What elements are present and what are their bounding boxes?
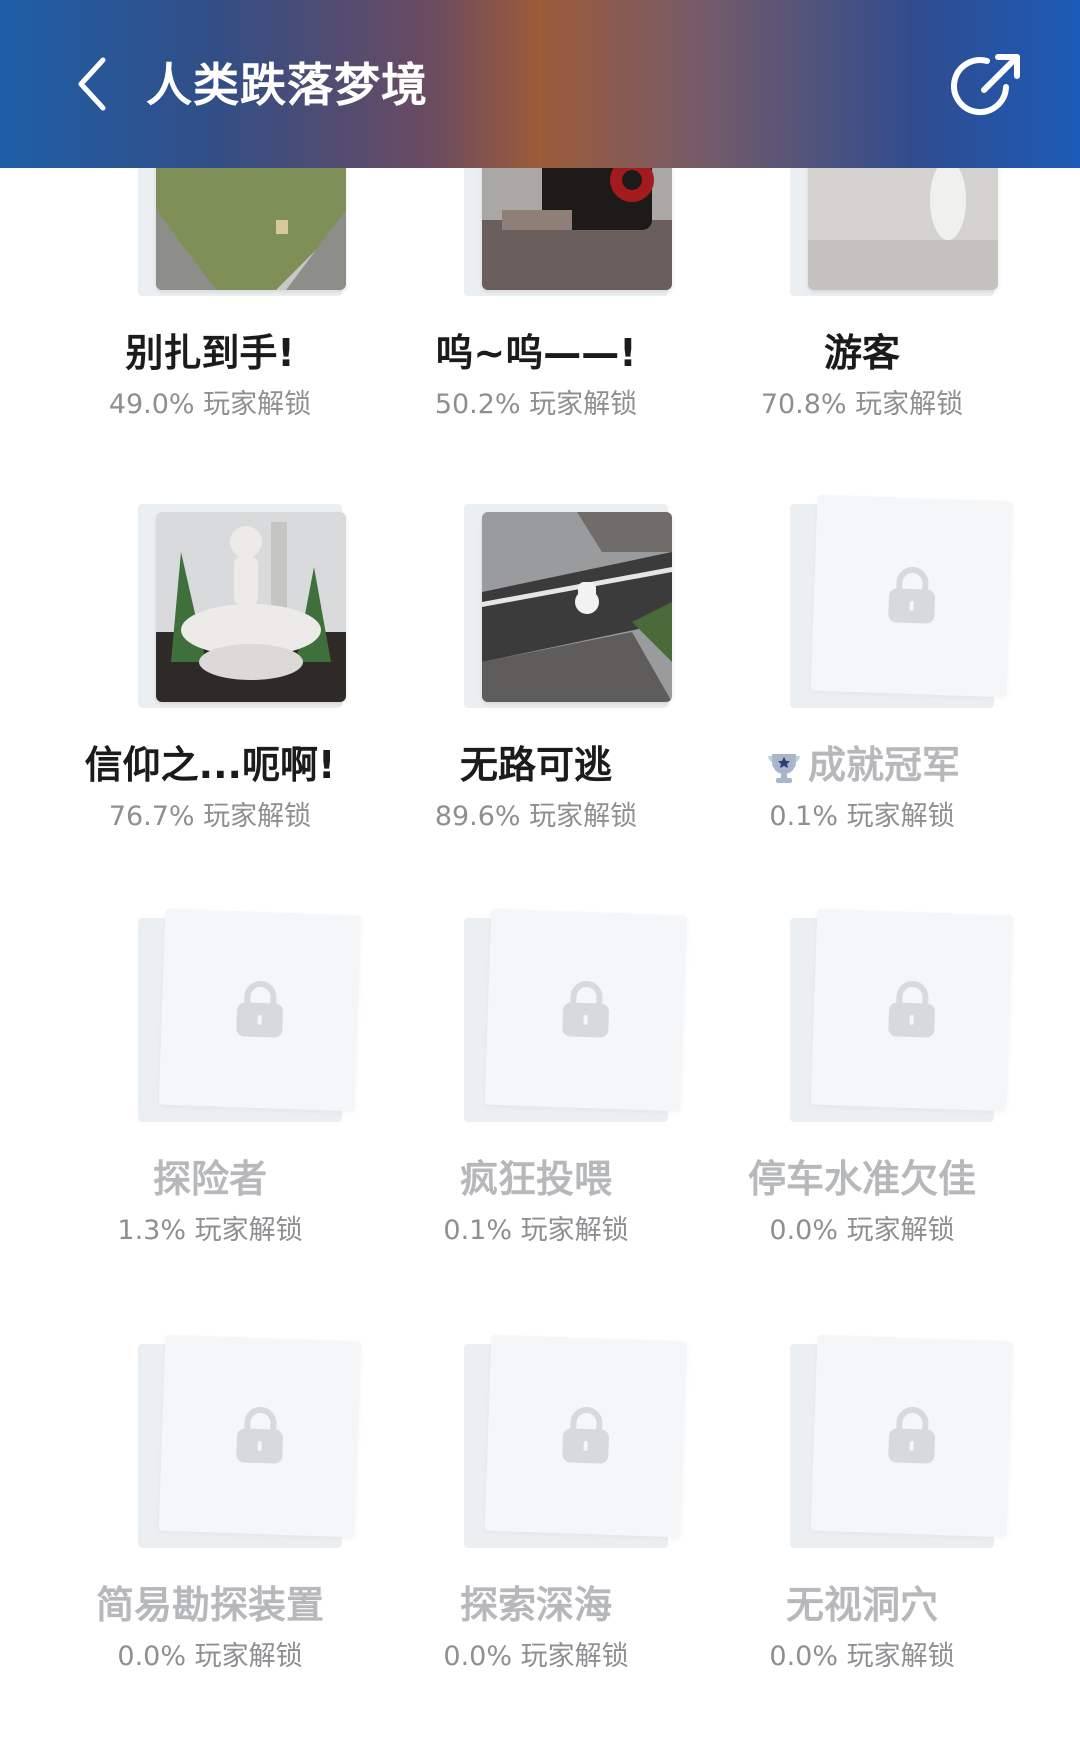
achievement-thumbnail	[464, 1334, 688, 1548]
achievement-card[interactable]: 探险者 1.3% 玩家解锁	[50, 908, 370, 1332]
achievement-thumbnail	[790, 908, 1014, 1122]
achievement-thumbnail	[138, 908, 362, 1122]
achievement-unlock-percent: 0.0% 玩家解锁	[769, 1215, 955, 1246]
achievement-unlock-percent: 50.2% 玩家解锁	[434, 389, 638, 420]
achievement-thumbnail	[138, 1334, 362, 1548]
achievement-unlock-percent: 0.1% 玩家解锁	[769, 801, 955, 832]
lock-icon	[236, 1407, 283, 1464]
achievement-image	[156, 512, 346, 702]
achievement-thumbnail	[790, 1334, 1014, 1548]
achievement-thumbnail	[790, 494, 1014, 708]
lock-icon	[888, 567, 935, 624]
achievement-name: 无视洞穴	[785, 1583, 938, 1627]
achievement-card[interactable]: 探索深海 0.0% 玩家解锁	[376, 1334, 696, 1758]
achievement-card[interactable]: 疯狂投喂 0.1% 玩家解锁	[376, 908, 696, 1332]
achievement-card[interactable]: 成就冠军 0.1% 玩家解锁	[702, 494, 1022, 918]
trophy-icon	[767, 753, 800, 783]
achievement-unlock-percent: 76.7% 玩家解锁	[108, 801, 312, 832]
lock-icon	[888, 1407, 935, 1464]
achievement-name: 成就冠军	[702, 734, 1022, 789]
achievement-unlock-percent: 0.0% 玩家解锁	[117, 1641, 303, 1672]
achievement-thumbnail	[464, 908, 688, 1122]
achievement-name: 探索深海	[459, 1583, 612, 1627]
achievement-card[interactable]: 无路可逃 89.6% 玩家解锁	[376, 498, 696, 918]
achievement-unlock-percent: 89.6% 玩家解锁	[434, 801, 638, 832]
achievement-name: 游客	[823, 331, 900, 375]
achievement-unlock-percent: 0.0% 玩家解锁	[443, 1641, 629, 1672]
achievement-card[interactable]: 停车水准欠佳 0.0% 玩家解锁	[702, 908, 1022, 1332]
achievement-image	[482, 512, 672, 702]
achievement-card[interactable]: 信仰之...呃啊! 76.7% 玩家解锁	[50, 498, 370, 918]
achievement-unlock-percent: 0.0% 玩家解锁	[769, 1641, 955, 1672]
achievement-name: 疯狂投喂	[459, 1157, 612, 1201]
achievement-unlock-percent: 49.0% 玩家解锁	[108, 389, 312, 420]
achievement-name: 信仰之...呃啊!	[84, 743, 336, 787]
achievement-name: 呜~呜——!	[435, 331, 637, 375]
achievement-name: 无路可逃	[459, 743, 612, 787]
lock-icon	[562, 981, 609, 1038]
achievement-card[interactable]: 无视洞穴 0.0% 玩家解锁	[702, 1334, 1022, 1758]
lock-icon	[562, 1407, 609, 1464]
achievement-name: 探险者	[152, 1157, 267, 1201]
achievement-unlock-percent: 1.3% 玩家解锁	[117, 1215, 303, 1246]
achievement-card[interactable]: 简易勘探装置 0.0% 玩家解锁	[50, 1334, 370, 1758]
share-icon	[951, 54, 1020, 115]
page-title: 人类跌落梦境	[146, 58, 428, 112]
achievement-name: 停车水准欠佳	[747, 1157, 976, 1201]
achievement-unlock-percent: 70.8% 玩家解锁	[760, 389, 964, 420]
achievement-grid: 别扎到手! 49.0% 玩家解锁 呜~呜——! 50.2% 玩家解锁 游客 70…	[0, 0, 1080, 1754]
app-header: 人类跌落梦境	[0, 0, 1080, 168]
lock-icon	[236, 981, 283, 1038]
achievement-thumbnail	[464, 498, 678, 708]
back-button[interactable]	[62, 52, 122, 116]
achievement-unlock-percent: 0.1% 玩家解锁	[443, 1215, 629, 1246]
share-button[interactable]	[948, 46, 1028, 126]
achievement-name: 别扎到手!	[125, 331, 295, 375]
achievement-name-text: 成就冠军	[807, 743, 960, 787]
chevron-left-icon	[78, 57, 106, 111]
lock-icon	[888, 981, 935, 1038]
achievement-thumbnail	[138, 498, 352, 708]
achievement-name: 简易勘探装置	[95, 1583, 324, 1627]
